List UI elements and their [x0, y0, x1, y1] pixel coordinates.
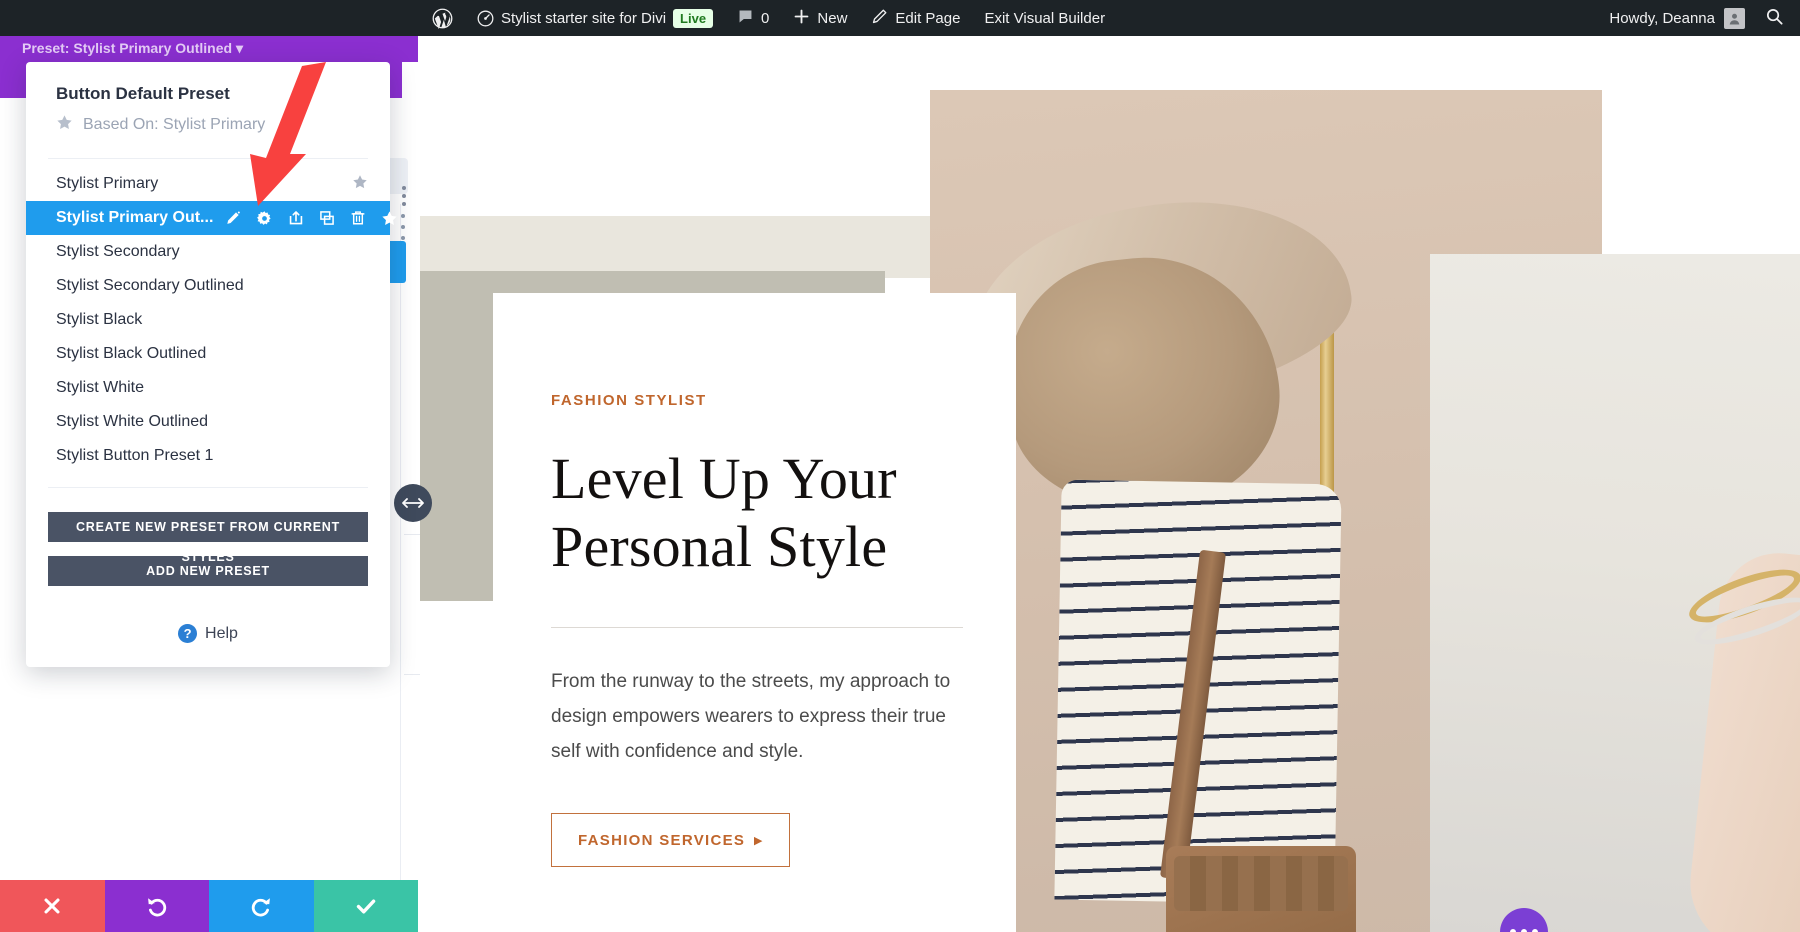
pencil-edit-icon — [871, 8, 888, 29]
help-link[interactable]: ? Help — [26, 606, 390, 667]
panel-preset-subtitle-label: Preset: Stylist Primary Outlined — [22, 40, 232, 56]
comment-bubble-icon — [737, 8, 754, 29]
preset-label: Stylist Primary Out... — [56, 209, 213, 227]
hero-body-text: From the runway to the streets, my appro… — [551, 664, 961, 769]
preset-dropdown: Button Default Preset Based On: Stylist … — [26, 62, 390, 667]
save-changes-button[interactable] — [314, 880, 419, 932]
secondary-photograph — [1430, 254, 1800, 932]
preset-row-stylist-black-outlined[interactable]: Stylist Black Outlined — [26, 337, 390, 371]
based-on-label: Based On: Stylist Primary — [83, 116, 265, 134]
star-icon[interactable] — [381, 210, 398, 227]
star-icon — [56, 114, 73, 136]
preset-row-stylist-black[interactable]: Stylist Black — [26, 303, 390, 337]
site-name-menu[interactable]: Stylist starter site for Divi Live — [465, 0, 725, 36]
preset-row-actions — [225, 210, 398, 227]
close-x-icon — [41, 895, 63, 917]
redo-arrow-icon — [249, 894, 273, 918]
preset-label: Stylist Black — [56, 311, 142, 329]
preset-label: Stylist Secondary — [56, 243, 180, 261]
avatar — [1724, 8, 1745, 29]
preset-row-stylist-white[interactable]: Stylist White — [26, 371, 390, 405]
comment-count: 0 — [761, 10, 769, 27]
panel-preset-subtitle[interactable]: Preset: Stylist Primary Outlined ▾ — [22, 40, 400, 57]
duplicate-icon[interactable] — [319, 210, 335, 226]
settings-gear-icon[interactable] — [256, 210, 273, 227]
delete-trash-icon[interactable] — [350, 210, 366, 226]
edit-page-label: Edit Page — [895, 10, 960, 27]
preset-row-stylist-primary-outlined[interactable]: Stylist Primary Out... — [26, 201, 390, 235]
preset-row-stylist-secondary[interactable]: Stylist Secondary — [26, 235, 390, 269]
wordpress-logo-icon — [432, 8, 453, 29]
hero-heading-line-2: Personal Style — [551, 514, 887, 579]
new-label: New — [817, 10, 847, 27]
rename-pencil-icon[interactable] — [225, 210, 241, 226]
export-icon[interactable] — [288, 210, 304, 226]
comments-menu[interactable]: 0 — [725, 0, 781, 36]
hero-heading: Level Up Your Personal Style — [551, 445, 1016, 581]
edit-page-menu[interactable]: Edit Page — [859, 0, 972, 36]
hero-text-card: FASHION STYLIST Level Up Your Personal S… — [493, 293, 1016, 932]
live-status-badge: Live — [673, 9, 713, 28]
fashion-services-button[interactable]: FASHION SERVICES ▸ — [551, 813, 790, 867]
checkmark-icon — [354, 894, 378, 918]
howdy-label: Howdy, Deanna — [1609, 10, 1715, 27]
preset-row-stylist-primary[interactable]: Stylist Primary — [26, 167, 390, 201]
arrow-right-icon: ▸ — [754, 831, 763, 849]
website-preview-canvas: FASHION STYLIST Level Up Your Personal S… — [420, 36, 1800, 932]
hero-heading-line-1: Level Up Your — [551, 446, 897, 511]
default-preset-block[interactable]: Button Default Preset Based On: Stylist … — [26, 72, 390, 146]
wordpress-admin-bar: Stylist starter site for Divi Live 0 New — [0, 0, 1800, 36]
preset-label: Stylist Button Preset 1 — [56, 447, 213, 465]
preset-list: Stylist Primary Stylist Primary Out... — [26, 159, 390, 477]
panel-bottom-toolbar — [0, 880, 418, 932]
preset-label: Stylist Black Outlined — [56, 345, 206, 363]
new-content-menu[interactable]: New — [781, 0, 859, 36]
site-name-label: Stylist starter site for Divi — [501, 10, 666, 27]
add-new-preset-button[interactable]: ADD NEW PRESET — [48, 556, 368, 586]
preset-row-stylist-white-outlined[interactable]: Stylist White Outlined — [26, 405, 390, 439]
question-mark-icon: ? — [178, 624, 197, 643]
help-label: Help — [205, 625, 238, 643]
wordpress-logo-button[interactable] — [420, 0, 465, 36]
preset-action-buttons: CREATE NEW PRESET FROM CURRENT STYLES AD… — [26, 488, 390, 606]
hero-divider — [551, 627, 963, 628]
preset-row-stylist-button-preset-1[interactable]: Stylist Button Preset 1 — [26, 439, 390, 473]
exit-builder-label: Exit Visual Builder — [984, 10, 1105, 27]
hero-eyebrow: FASHION STYLIST — [551, 392, 1016, 409]
undo-button[interactable] — [105, 880, 210, 932]
search-icon — [1765, 7, 1784, 30]
preset-label: Stylist White Outlined — [56, 413, 208, 431]
button-settings-panel: Button Settings Preset: Stylist Primary … — [0, 0, 418, 932]
redo-button[interactable] — [209, 880, 314, 932]
photo-leather-bag — [1166, 846, 1356, 932]
kebab-dot — [402, 202, 406, 206]
preset-row-kebab-menu-icon[interactable] — [396, 186, 412, 206]
dashboard-house-icon — [477, 10, 494, 27]
kebab-dot — [402, 186, 406, 190]
fashion-services-label: FASHION SERVICES — [578, 832, 745, 849]
preset-label: Stylist White — [56, 379, 144, 397]
account-menu[interactable]: Howdy, Deanna — [1595, 0, 1755, 36]
preset-label: Stylist Primary — [56, 175, 158, 193]
admin-search-button[interactable] — [1755, 0, 1800, 36]
create-new-preset-button[interactable]: CREATE NEW PRESET FROM CURRENT STYLES — [48, 512, 368, 542]
exit-visual-builder-menu[interactable]: Exit Visual Builder — [972, 0, 1117, 36]
default-preset-based-on: Based On: Stylist Primary — [56, 114, 390, 136]
default-preset-name: Button Default Preset — [56, 84, 390, 104]
plus-icon — [793, 8, 810, 29]
preset-label: Stylist Secondary Outlined — [56, 277, 244, 295]
kebab-dot — [402, 194, 406, 198]
preset-row-stylist-secondary-outlined[interactable]: Stylist Secondary Outlined — [26, 269, 390, 303]
star-icon[interactable] — [352, 174, 368, 195]
chevron-down-icon: ▾ — [236, 40, 243, 56]
discard-changes-button[interactable] — [0, 880, 105, 932]
undo-arrow-icon — [145, 894, 169, 918]
